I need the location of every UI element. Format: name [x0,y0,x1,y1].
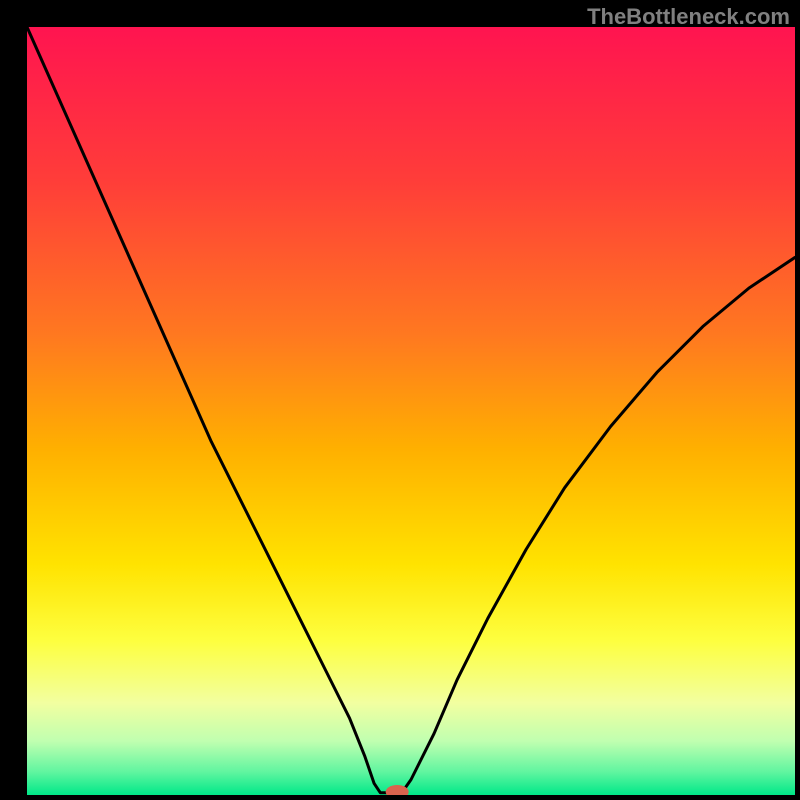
chart-background [27,27,795,795]
attribution-text: TheBottleneck.com [587,4,790,30]
chart-svg [27,27,795,795]
bottleneck-chart [27,27,795,795]
